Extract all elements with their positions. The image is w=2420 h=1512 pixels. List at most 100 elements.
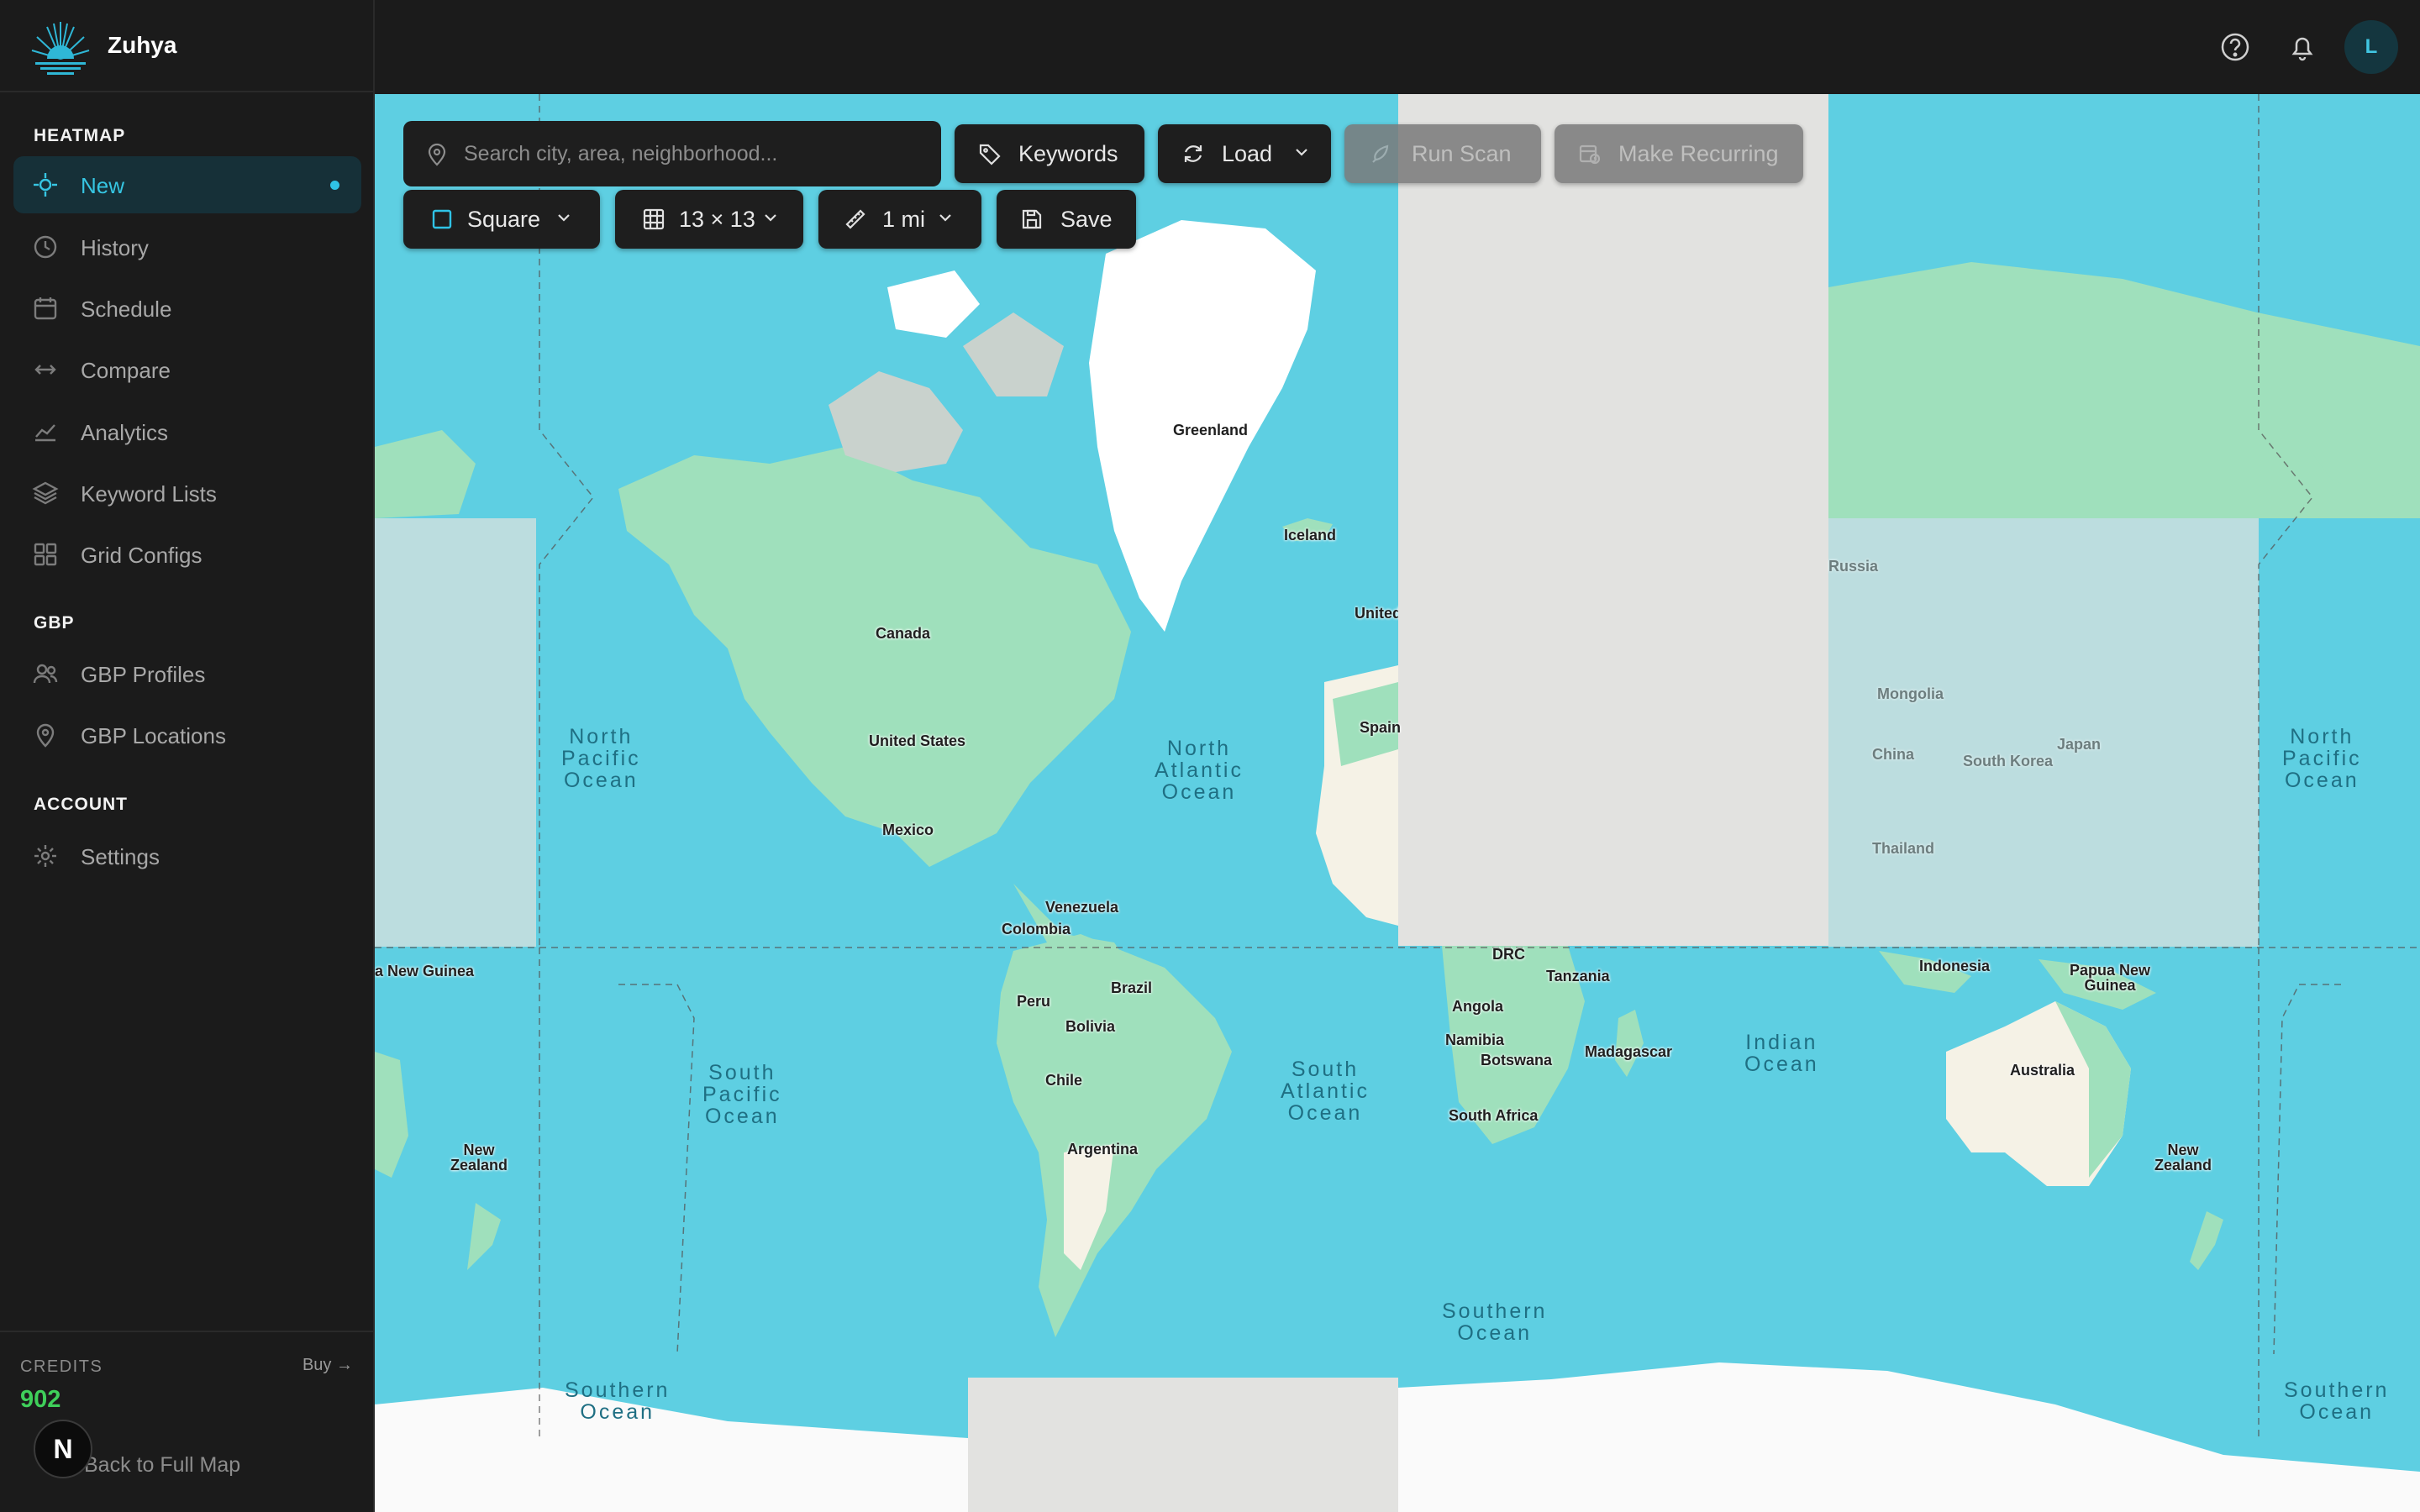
sidebar-item-analytics[interactable]: Analytics [13, 403, 361, 460]
run-scan-button[interactable]: Run Scan [1344, 124, 1541, 183]
map-label-mongolia: Mongolia [1877, 685, 1944, 702]
map-label-spain: Spain [1360, 719, 1402, 736]
map-label-angola: Angola [1452, 998, 1503, 1015]
layers-icon [32, 481, 59, 505]
distance-select[interactable]: 1 mi [818, 190, 981, 249]
map-label-usa: United States [869, 732, 966, 749]
sidebar-item-gbp-locations[interactable]: GBP Locations [13, 706, 361, 764]
map-label-chile: Chile [1045, 1072, 1083, 1089]
bell-icon[interactable] [2286, 30, 2319, 64]
map-label-colombia: Colombia [1002, 921, 1071, 937]
ruler-icon [845, 209, 865, 229]
map-label-china: China [1872, 746, 1915, 763]
chevron-down-icon [765, 214, 776, 222]
grid-icon [643, 208, 665, 230]
brand-name: Zuhya [108, 32, 177, 58]
sidebar-item-history[interactable]: History [13, 218, 361, 276]
search-input[interactable] [462, 136, 919, 171]
ocean-label-north-pacific: North Pacific Ocean [561, 725, 641, 792]
credits-value: 902 [20, 1386, 61, 1413]
sidebar-item-label: New [81, 173, 125, 198]
load-label: Load [1222, 141, 1273, 166]
ocean-label-south-pacific: South Pacific Ocean [702, 1061, 782, 1128]
sidebar-item-new[interactable]: New [13, 156, 361, 213]
ocean-label-south-atlantic: South Atlantic Ocean [1281, 1058, 1370, 1125]
map-label-iceland: Iceland [1284, 527, 1337, 543]
map-label-papua-new-guinea: Papua New Guinea [2069, 962, 2151, 994]
grid-size-label: 13 × 13 [679, 207, 755, 232]
tag-icon [979, 144, 1001, 165]
keywords-label: Keywords [1018, 141, 1118, 166]
map-canvas [375, 94, 2420, 1512]
sidebar-item-settings[interactable]: Settings [13, 827, 361, 885]
sidebar-item-compare[interactable]: Compare [13, 341, 361, 398]
map-label-south-korea: South Korea [1963, 753, 2054, 769]
arrows-left-right-icon [34, 365, 56, 375]
map-label-indonesia: Indonesia [1919, 958, 1991, 974]
map-label-botswana: Botswana [1481, 1052, 1553, 1068]
active-dot [330, 181, 339, 190]
map-label-madagascar: Madagascar [1585, 1043, 1673, 1060]
sidebar-item-label: Compare [81, 358, 171, 383]
ocean-label-indian: Indian Ocean [1744, 1031, 1819, 1076]
crosshair-icon [34, 173, 57, 197]
avatar[interactable]: L [2344, 20, 2398, 74]
top-bar [375, 0, 2420, 94]
brand-header: Zuhya [0, 0, 375, 92]
map-label-namibia: Namibia [1445, 1032, 1505, 1048]
section-label-gbp: GBP [34, 613, 75, 633]
ocean-label-north-atlantic: North Atlantic Ocean [1155, 737, 1244, 804]
map-label-south-africa: South Africa [1449, 1107, 1539, 1124]
section-label-heatmap: HEATMAP [34, 126, 126, 145]
map-label-peru: Peru [1017, 993, 1051, 1010]
map-label-greenland: Greenland [1173, 422, 1249, 438]
back-to-full-map-link[interactable]: Back to Full Map [84, 1453, 240, 1478]
load-button[interactable]: Load [1158, 124, 1331, 183]
users-icon [33, 664, 58, 684]
ocean-label-north-pacific-right: North Pacific Ocean [2282, 725, 2362, 792]
make-recurring-button[interactable]: Make Recurring [1555, 124, 1803, 183]
make-recurring-label: Make Recurring [1618, 141, 1779, 166]
sidebar-item-label: Schedule [81, 297, 172, 322]
sidebar-item-label: GBP Profiles [81, 662, 206, 687]
chevron-down-icon [558, 214, 570, 222]
chevron-down-icon [939, 214, 951, 222]
help-icon[interactable] [2218, 30, 2252, 64]
calendar-icon [34, 297, 57, 320]
ocean-label-southern: Southern Ocean [1442, 1299, 1548, 1345]
map-label-mexico: Mexico [882, 822, 934, 838]
sidebar-item-label: Keyword Lists [81, 481, 217, 507]
grid-size-select[interactable]: 13 × 13 [615, 190, 803, 249]
save-label: Save [1060, 207, 1113, 232]
section-label-account: ACCOUNT [34, 795, 128, 814]
gear-icon [34, 845, 56, 867]
sidebar-item-grid-configs[interactable]: Grid Configs [13, 526, 361, 583]
sidebar-item-schedule[interactable]: Schedule [13, 280, 361, 337]
world-map[interactable]: Greenland Iceland Canada United States M… [375, 94, 2420, 1512]
map-label-thailand: Thailand [1872, 840, 1935, 857]
ocean-label-southern-right: Southern Ocean [2284, 1378, 2390, 1424]
sidebar-item-gbp-profiles[interactable]: GBP Profiles [13, 645, 361, 702]
map-label-australia: Australia [2010, 1062, 2075, 1079]
map-label-venezuela: Venezuela [1045, 899, 1119, 916]
map-label-japan: Japan [2057, 736, 2102, 753]
ocean-label-southern-left: Southern Ocean [565, 1378, 671, 1424]
rocket-icon [1372, 144, 1389, 163]
buy-credits-link[interactable]: Buy → [302, 1356, 353, 1375]
save-button[interactable]: Save [997, 190, 1136, 249]
map-label-canada: Canada [876, 625, 931, 642]
keywords-button[interactable]: Keywords [955, 124, 1144, 183]
map-pin-icon [428, 143, 446, 166]
map-label-new-zealand-left: New Zealand [450, 1142, 508, 1173]
map-label-argentina: Argentina [1067, 1141, 1139, 1158]
n-badge[interactable]: N [34, 1420, 92, 1478]
map-label-russia: Russia [1828, 558, 1879, 575]
map-label-bolivia: Bolivia [1065, 1018, 1116, 1035]
map-label-uk: United Kingdom [1355, 605, 1398, 622]
search-box[interactable] [403, 121, 941, 186]
run-scan-label: Run Scan [1412, 141, 1512, 166]
shape-select[interactable]: Square [403, 190, 600, 249]
square-icon [432, 209, 452, 229]
map-label-new-guinea-left: a New Guinea [375, 963, 475, 979]
sidebar-item-keyword-lists[interactable]: Keyword Lists [13, 465, 361, 522]
